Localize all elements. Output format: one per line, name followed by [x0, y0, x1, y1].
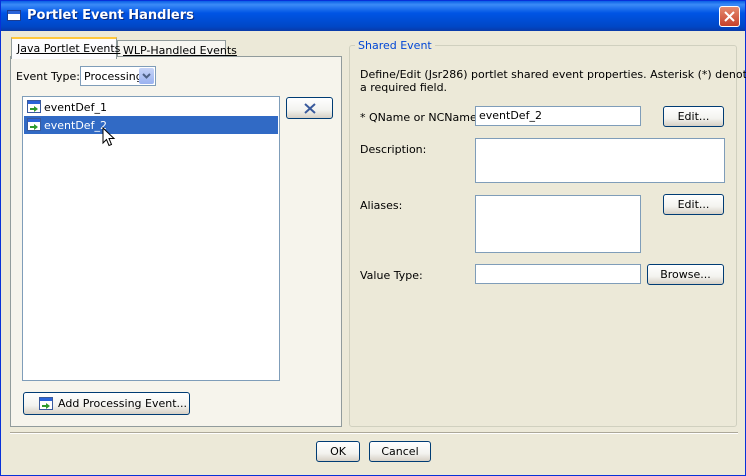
add-processing-event-button[interactable]: Add Processing Event...: [23, 392, 190, 415]
shared-event-title: Shared Event: [355, 39, 435, 52]
tab-java-portlet-events-label: Java Portlet Events: [17, 42, 121, 55]
window-icon: [7, 10, 21, 21]
list-item-eventdef-2[interactable]: eventDef_2: [24, 116, 278, 134]
description-input[interactable]: [476, 139, 724, 156]
value-type-field[interactable]: [475, 264, 641, 284]
edit-aliases-button[interactable]: Edit...: [663, 194, 724, 215]
close-x-icon: [303, 103, 316, 114]
title-bar[interactable]: Portlet Event Handlers: [1, 1, 745, 31]
qname-input[interactable]: [476, 107, 640, 124]
value-type-label: Value Type:: [360, 269, 423, 282]
edit-qname-label: Edit...: [677, 110, 710, 123]
description-label: Description:: [360, 143, 427, 156]
event-type-label: Event Type:: [16, 70, 80, 83]
footer-separator: [10, 432, 738, 434]
event-icon: [27, 100, 41, 113]
aliases-list[interactable]: [475, 195, 641, 253]
event-icon: [39, 397, 53, 410]
edit-qname-button[interactable]: Edit...: [663, 106, 724, 127]
description-field[interactable]: [475, 138, 725, 183]
dropdown-arrow[interactable]: [139, 68, 154, 84]
qname-field[interactable]: [475, 106, 641, 126]
event-type-value: Processing: [84, 70, 143, 83]
ok-button[interactable]: OK: [316, 441, 360, 462]
dialog-window: Portlet Event Handlers Java Portlet Even…: [0, 0, 746, 476]
remove-event-button[interactable]: [286, 97, 333, 119]
event-icon: [27, 118, 41, 131]
close-window-button[interactable]: [719, 6, 740, 27]
cancel-button[interactable]: Cancel: [369, 441, 431, 462]
mouse-pointer-icon: [102, 127, 116, 147]
ok-label: OK: [330, 445, 346, 458]
aliases-label: Aliases:: [360, 199, 403, 212]
list-item-label: eventDef_2: [44, 119, 107, 132]
cancel-label: Cancel: [381, 445, 419, 458]
events-listbox[interactable]: eventDef_1 eventDef_2: [22, 96, 280, 381]
edit-aliases-label: Edit...: [677, 198, 710, 211]
list-item-eventdef-1[interactable]: eventDef_1: [24, 98, 278, 116]
browse-button[interactable]: Browse...: [647, 264, 724, 285]
chevron-down-icon: [142, 73, 151, 79]
add-processing-event-label: Add Processing Event...: [58, 397, 188, 410]
event-type-select[interactable]: Processing: [80, 66, 156, 86]
shared-event-description-line2: a required field.: [360, 81, 448, 94]
browse-label: Browse...: [660, 268, 711, 281]
qname-label: * QName or NCName:: [360, 111, 481, 124]
shared-event-description-line1: Define/Edit (Jsr286) portlet shared even…: [360, 68, 746, 81]
tab-java-portlet-events[interactable]: Java Portlet Events: [11, 37, 121, 59]
close-icon: [724, 11, 735, 22]
value-type-input[interactable]: [476, 265, 640, 282]
list-item-label: eventDef_1: [44, 101, 107, 114]
window-title: Portlet Event Handlers: [27, 8, 194, 23]
